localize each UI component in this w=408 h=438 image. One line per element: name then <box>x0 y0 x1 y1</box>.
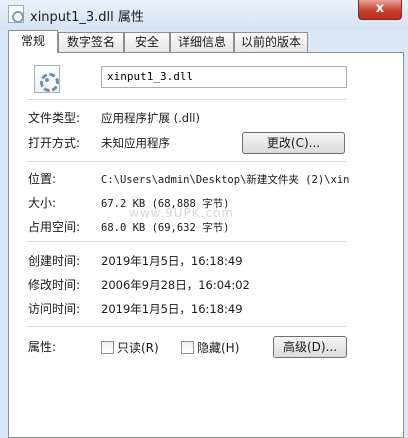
separator <box>27 99 347 100</box>
attributes-label: 属性: <box>28 340 57 354</box>
accessed-value: 2019年1月5日，16:18:49 <box>101 302 243 316</box>
file-name-input[interactable]: xinput1_3.dll <box>101 66 347 88</box>
location-value: C:\Users\admin\Desktop\新建文件夹 (2)\xin <box>101 174 350 186</box>
hidden-checkbox-box[interactable] <box>181 341 194 354</box>
file-type-value: 应用程序扩展 (.dll) <box>101 111 200 125</box>
tab-digital-signatures[interactable]: 数字签名 <box>58 32 124 52</box>
separator <box>27 161 347 162</box>
change-button[interactable]: 更改(C)... <box>242 132 345 154</box>
size-on-disk-label: 占用空间: <box>28 220 81 234</box>
separator <box>27 326 347 327</box>
modified-label: 修改时间: <box>28 278 81 292</box>
location-label: 位置: <box>28 172 57 186</box>
open-with-value: 未知应用程序 <box>101 136 170 150</box>
tab-security[interactable]: 安全 <box>124 32 170 52</box>
title-bar: xinput1_3.dll 属性 x <box>0 0 408 30</box>
hidden-label: 隐藏(H) <box>197 341 240 355</box>
modified-value: 2006年9月28日，16:04:02 <box>101 278 250 292</box>
size-on-disk-value: 68.0 KB (69,632 字节) <box>101 222 230 234</box>
hidden-checkbox[interactable]: 隐藏(H) <box>181 339 239 356</box>
readonly-checkbox-box[interactable] <box>101 341 114 354</box>
advanced-button[interactable]: 高级(D)... <box>273 336 347 358</box>
dll-file-icon <box>8 5 24 23</box>
tab-details[interactable]: 详细信息 <box>170 32 234 52</box>
readonly-checkbox[interactable]: 只读(R) <box>101 339 159 356</box>
tab-general[interactable]: 常规 <box>8 30 58 53</box>
window-title: xinput1_3.dll 属性 <box>30 10 144 25</box>
file-type-label: 文件类型: <box>28 111 81 125</box>
readonly-label: 只读(R) <box>117 341 159 355</box>
separator <box>27 241 347 242</box>
close-button[interactable]: x <box>358 0 402 20</box>
created-value: 2019年1月5日，16:18:49 <box>101 254 243 268</box>
watermark-text: www.9UPK.com <box>129 206 235 220</box>
general-panel: xinput1_3.dll 文件类型: 应用程序扩展 (.dll) 打开方式: … <box>8 52 404 438</box>
tab-previous-versions[interactable]: 以前的版本 <box>234 32 308 52</box>
open-with-label: 打开方式: <box>28 136 81 150</box>
file-gear-icon <box>34 65 60 93</box>
created-label: 创建时间: <box>28 254 81 268</box>
accessed-label: 访问时间: <box>28 302 81 316</box>
size-label: 大小: <box>28 196 57 210</box>
